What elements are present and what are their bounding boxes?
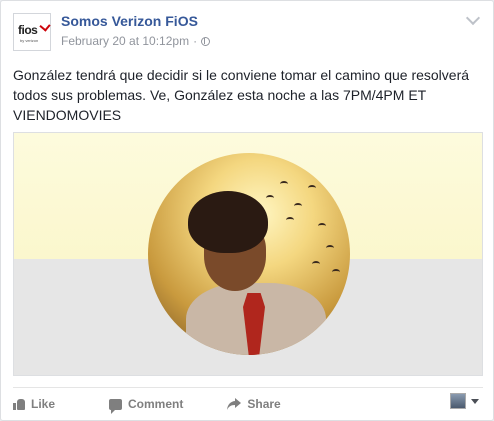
post-as-selector[interactable] [450, 393, 479, 409]
person-hair [188, 191, 268, 253]
bird-icon [318, 223, 326, 229]
caret-down-icon [471, 398, 479, 404]
fios-logo: fios [18, 23, 38, 37]
post-image[interactable] [13, 132, 483, 376]
fios-check-mark [39, 20, 51, 32]
share-label: Share [247, 397, 281, 411]
circular-photo [148, 153, 350, 355]
viewer-avatar [450, 393, 466, 409]
thumbs-up-icon [13, 398, 25, 410]
share-arrow-icon [227, 398, 242, 410]
bird-icon [312, 261, 320, 267]
comment-label: Comment [128, 397, 184, 411]
bird-icon [308, 185, 316, 191]
chevron-down-icon[interactable] [465, 10, 481, 26]
bird-icon [294, 203, 302, 209]
post-card: fios by verizon Somos Verizon FiOS Febru… [0, 0, 494, 421]
globe-icon[interactable] [201, 36, 211, 46]
post-meta: February 20 at 10:12pm · [61, 34, 211, 48]
bird-icon [332, 269, 340, 275]
comment-button[interactable]: Comment [109, 397, 184, 414]
post-text: González tendrá que decidir si le convie… [13, 67, 470, 123]
comment-icon [109, 398, 123, 414]
meta-separator: · [193, 34, 198, 48]
share-button[interactable]: Share [227, 397, 281, 411]
like-button[interactable]: Like [13, 397, 55, 411]
like-label: Like [31, 397, 56, 411]
post-timestamp[interactable]: February 20 at 10:12pm [61, 34, 189, 48]
page-avatar[interactable]: fios by verizon [13, 13, 51, 51]
bird-icon [266, 195, 274, 201]
action-divider [13, 387, 483, 388]
bird-icon [326, 245, 334, 251]
fios-logo-subtext: by verizon [20, 38, 39, 43]
bird-icon [286, 217, 294, 223]
page-name-link[interactable]: Somos Verizon FiOS [61, 13, 198, 29]
bird-icon [280, 181, 288, 187]
action-bar: Like Comment Share [13, 393, 281, 415]
